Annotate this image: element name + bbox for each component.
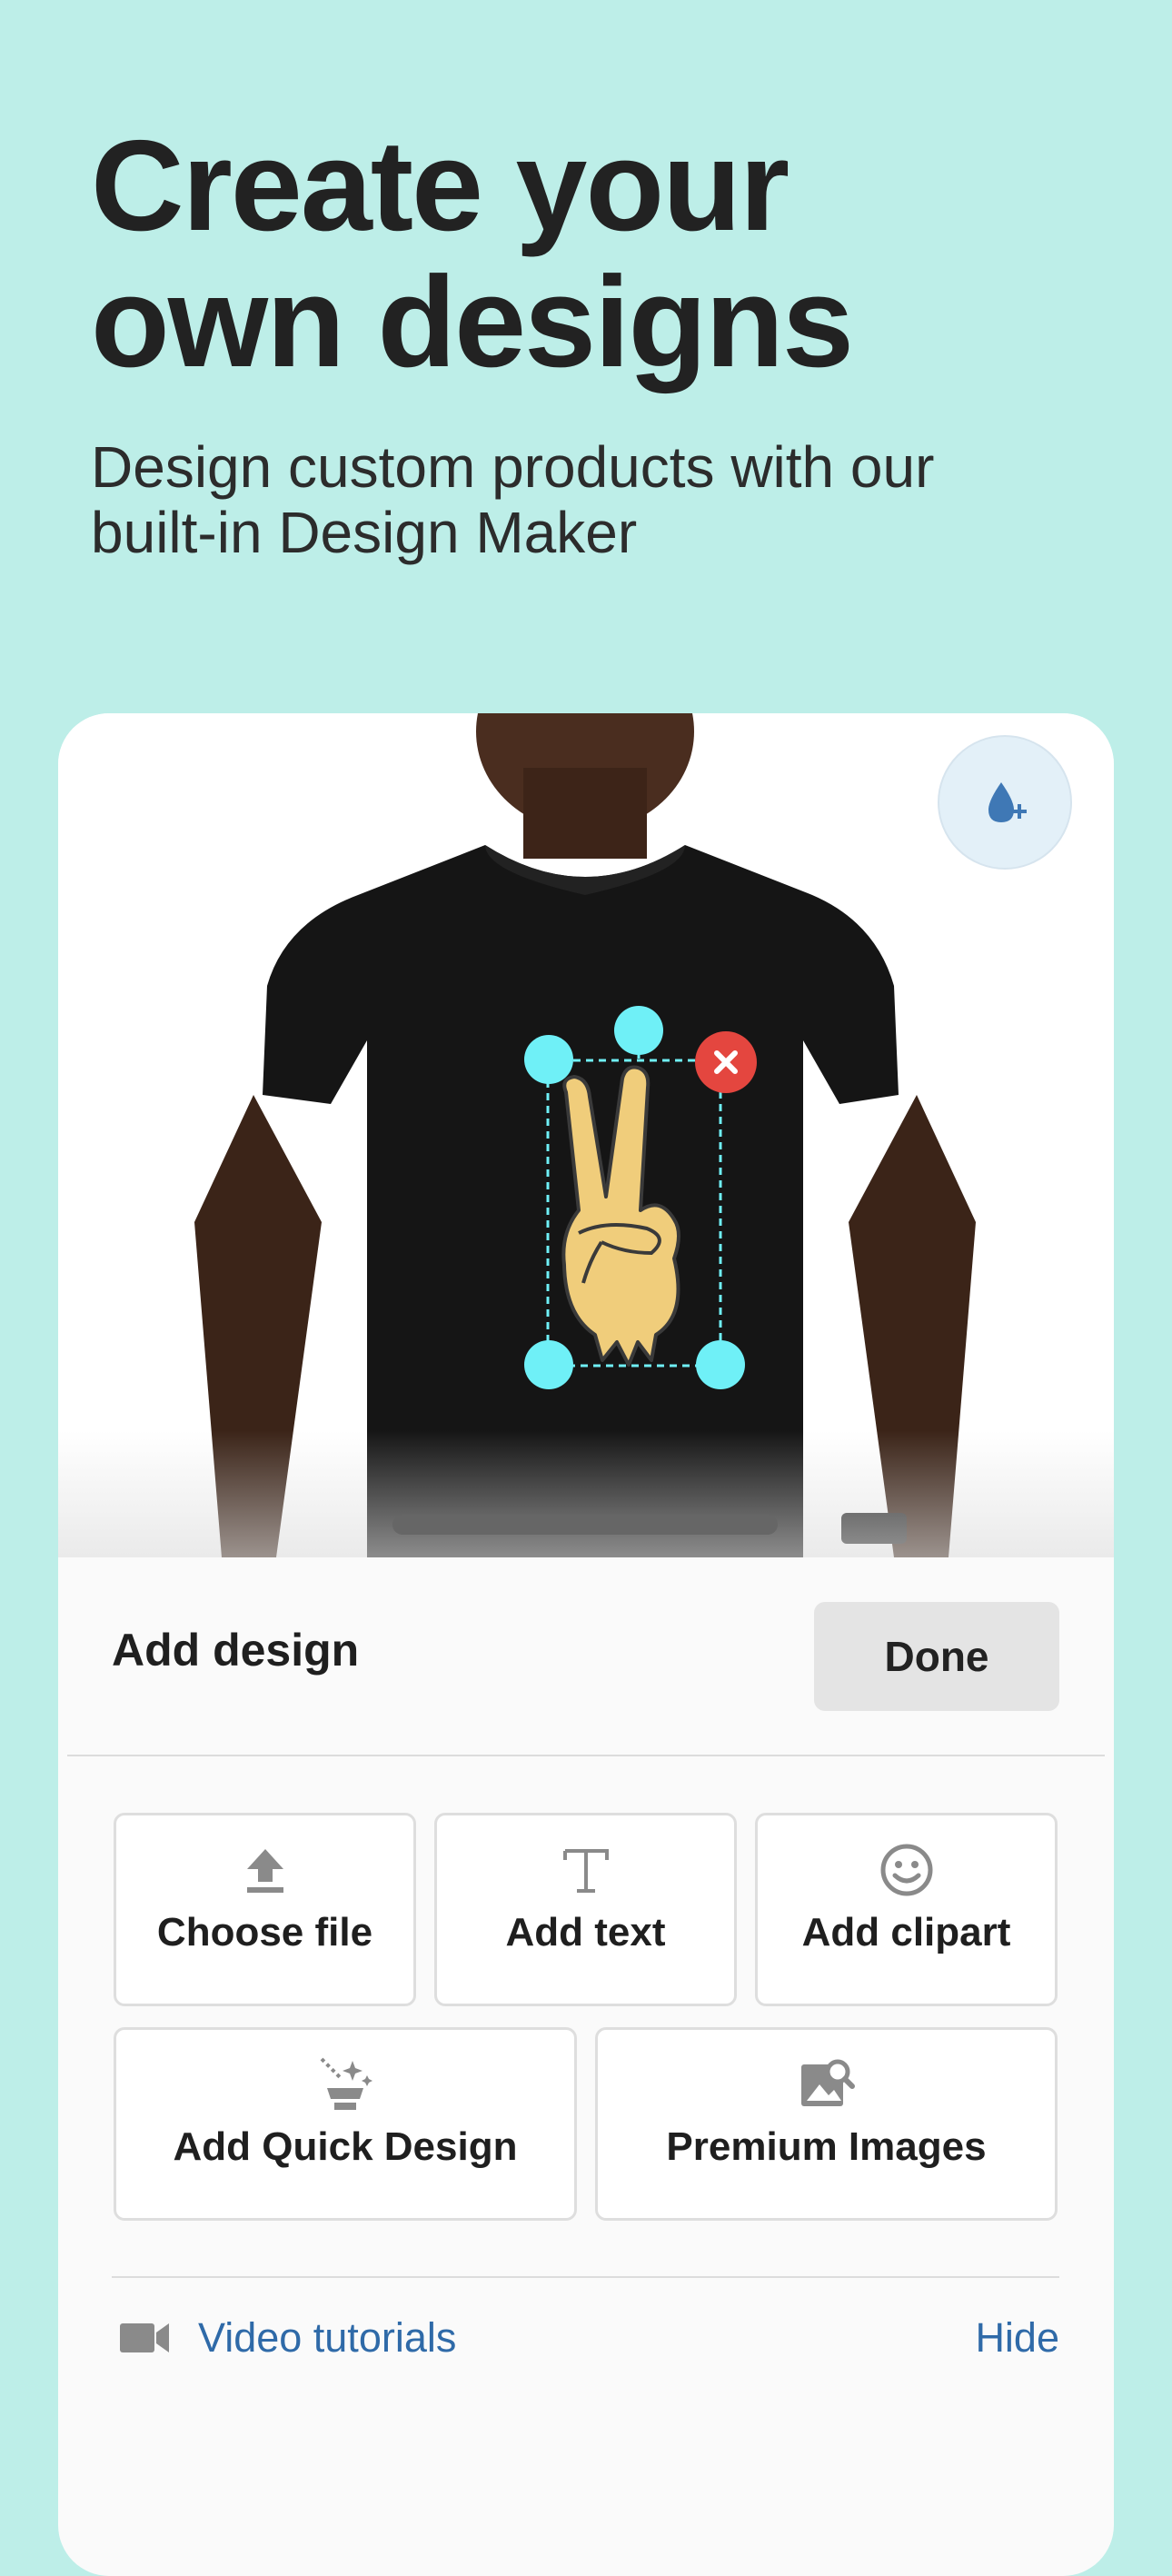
choose-file-button[interactable]: Choose file: [114, 1813, 416, 2006]
product-preview: [58, 713, 1114, 1557]
premium-images-button[interactable]: Premium Images: [595, 2027, 1058, 2221]
video-tutorials-link[interactable]: Video tutorials: [118, 2314, 456, 2362]
premium-images-label: Premium Images: [666, 2124, 987, 2169]
add-clipart-label: Add clipart: [801, 1910, 1011, 1954]
done-button[interactable]: Done: [814, 1602, 1059, 1711]
design-selection[interactable]: [488, 1006, 757, 1389]
resize-handle-bottom-right[interactable]: [696, 1340, 745, 1389]
page-title: Create your own designs: [91, 118, 1090, 391]
divider: [112, 2276, 1059, 2278]
upload-icon: [243, 1843, 287, 1897]
divider: [67, 1755, 1105, 1756]
video-tutorials-label: Video tutorials: [198, 2314, 457, 2361]
close-icon: [714, 1050, 738, 1074]
resize-handle-bottom-left[interactable]: [524, 1340, 573, 1389]
add-quick-design-label: Add Quick Design: [173, 2124, 518, 2169]
title-line-1: Create your: [91, 114, 790, 258]
preview-fade: [58, 1430, 1114, 1557]
delete-design-button[interactable]: [695, 1031, 757, 1093]
scroll-indicator: [392, 1515, 778, 1535]
rotate-handle[interactable]: [614, 1006, 663, 1055]
add-quick-design-button[interactable]: Add Quick Design: [114, 2027, 577, 2221]
hide-link[interactable]: Hide: [975, 2314, 1059, 2362]
product-color-button[interactable]: [938, 735, 1072, 870]
panel-title: Add design: [112, 1625, 360, 1676]
page-subtitle: Design custom products with our built-in…: [91, 434, 1090, 565]
add-text-button[interactable]: Add text: [434, 1813, 737, 2006]
video-camera-icon: [120, 2323, 169, 2352]
smiley-icon: [879, 1843, 934, 1897]
magic-wand-icon: [316, 2057, 374, 2112]
color-drop-plus-icon: [988, 782, 1027, 822]
choose-file-label: Choose file: [156, 1910, 373, 1954]
subtitle-line-1: Design custom products with our: [91, 434, 935, 500]
title-line-2: own designs: [91, 250, 854, 394]
design-maker-card: Add design Done Choose file Add text Add…: [58, 713, 1114, 2576]
add-clipart-button[interactable]: Add clipart: [755, 1813, 1058, 2006]
resize-handle-top-left[interactable]: [524, 1035, 573, 1084]
text-icon: [561, 1843, 611, 1897]
image-search-icon: [798, 2057, 856, 2112]
add-text-label: Add text: [505, 1910, 666, 1954]
subtitle-line-2: built-in Design Maker: [91, 500, 638, 565]
